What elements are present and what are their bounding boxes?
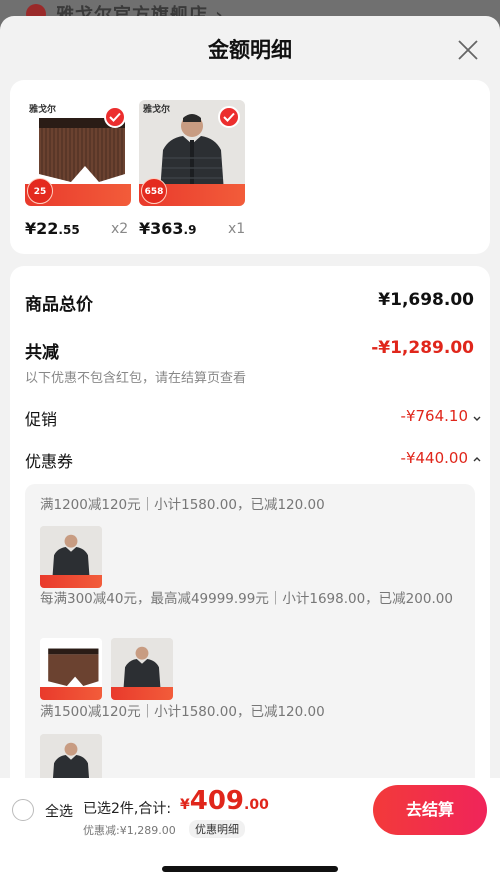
promo-strip (40, 687, 102, 700)
coupon-label[interactable]: 优惠券 (25, 448, 73, 472)
total-discount-value: -¥1,289.00 (371, 338, 474, 358)
discount-summary: 优惠减:¥1,289.00 (83, 824, 176, 837)
coupon-product-thumbnail (40, 526, 102, 588)
selected-check-icon[interactable] (218, 106, 240, 128)
coupon-product-thumbnail (40, 638, 102, 700)
promo-badge: 658 (141, 178, 167, 204)
coupon-rule: 满1200减120元｜小计1580.00，已减120.00 (40, 497, 325, 513)
total-price-value: ¥1,698.00 (378, 290, 474, 310)
coupon-rule: 每满300减40元，最高减49999.99元｜小计1698.00，已减200.0… (40, 591, 453, 607)
price-integer: ¥363 (139, 219, 184, 238)
select-all-radio[interactable] (12, 799, 34, 821)
total-payable: ¥409.00 (180, 786, 269, 816)
sheet-header: 金额明细 (0, 16, 500, 80)
close-icon[interactable] (456, 38, 480, 62)
product-thumbnail-underwear[interactable]: 雅戈尔 25 (25, 100, 131, 206)
currency-symbol: ¥ (180, 797, 190, 813)
checkout-button[interactable]: 去结算 (373, 785, 487, 835)
brand-logo-icon: 雅戈尔 (29, 105, 57, 115)
selected-check-icon[interactable] (104, 106, 126, 128)
price-decimal: .9 (183, 223, 197, 237)
coupon-product-thumbnail (111, 638, 173, 700)
coupon-rule: 满1500减120元｜小计1580.00，已减120.00 (40, 704, 325, 720)
selected-count-text: 已选2件,合计: (83, 801, 172, 817)
total-price-label: 商品总价 (25, 295, 93, 315)
total-integer: 409 (189, 786, 245, 816)
product-quantity: x1 (228, 221, 246, 237)
product-price: ¥363.9 (139, 219, 196, 238)
product-price: ¥22.55 (25, 219, 80, 238)
select-all-label[interactable]: 全选 (45, 801, 73, 821)
coupon-detail-panel: 满1200减120元｜小计1580.00，已减120.00 每满300减40元，… (25, 484, 475, 824)
promo-strip (40, 575, 102, 588)
promotion-value[interactable]: -¥764.10 (401, 407, 468, 425)
promo-badge: 25 (27, 178, 53, 204)
selected-products-card: 雅戈尔 25 雅戈尔 658 ¥22.55 x2 ¥363.9 x1 (10, 80, 490, 254)
home-indicator (162, 866, 338, 872)
discount-detail-button[interactable]: 优惠明细 (189, 820, 245, 838)
discount-note: 以下优惠不包含红包，请在结算页查看 (25, 371, 247, 386)
amount-detail-sheet: 金额明细 雅戈尔 25 雅戈尔 658 ¥22.55 x2 ¥363.9 x1 … (0, 16, 500, 883)
total-decimal: .00 (244, 797, 269, 813)
chevron-up-icon[interactable] (472, 454, 482, 464)
brand-logo-icon: 雅戈尔 (143, 105, 171, 115)
total-discount-label: 共减 (25, 343, 59, 363)
sheet-title: 金额明细 (208, 38, 292, 62)
price-decimal: .55 (58, 223, 80, 237)
chevron-down-icon[interactable] (472, 414, 482, 424)
price-integer: ¥22 (25, 219, 59, 238)
coupon-value[interactable]: -¥440.00 (401, 449, 468, 467)
promo-strip (111, 687, 173, 700)
promotion-label[interactable]: 促销 (25, 406, 57, 430)
checkout-bar: 全选 已选2件,合计: ¥409.00 优惠减:¥1,289.00 优惠明细 去… (0, 778, 500, 883)
product-thumbnail-jacket[interactable]: 雅戈尔 658 (139, 100, 245, 206)
product-quantity: x2 (111, 221, 129, 237)
